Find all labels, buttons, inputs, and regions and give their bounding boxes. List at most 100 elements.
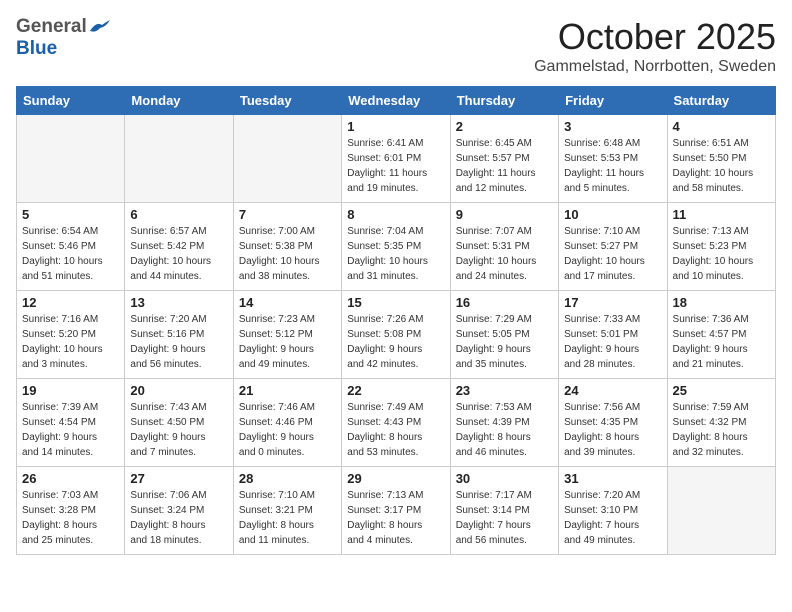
logo-bird-icon — [88, 19, 110, 35]
day-number: 9 — [456, 207, 553, 222]
day-number: 10 — [564, 207, 661, 222]
calendar-day-cell: 25Sunrise: 7:59 AMSunset: 4:32 PMDayligh… — [667, 379, 775, 467]
day-info: Sunrise: 7:20 AMSunset: 5:16 PMDaylight:… — [130, 312, 227, 372]
day-number: 24 — [564, 383, 661, 398]
calendar-table: SundayMondayTuesdayWednesdayThursdayFrid… — [16, 86, 776, 555]
calendar-day-cell: 14Sunrise: 7:23 AMSunset: 5:12 PMDayligh… — [233, 291, 341, 379]
day-number: 13 — [130, 295, 227, 310]
calendar-day-cell: 4Sunrise: 6:51 AMSunset: 5:50 PMDaylight… — [667, 115, 775, 203]
day-number: 20 — [130, 383, 227, 398]
day-info: Sunrise: 6:57 AMSunset: 5:42 PMDaylight:… — [130, 224, 227, 284]
day-number: 31 — [564, 471, 661, 486]
calendar-day-cell: 5 Sunrise: 6:54 AMSunset: 5:46 PMDaylight… — [17, 203, 125, 291]
weekday-header-cell: Wednesday — [342, 87, 450, 115]
calendar-day-cell: 30Sunrise: 7:17 AMSunset: 3:14 PMDayligh… — [450, 467, 558, 555]
day-number: 2 — [456, 119, 553, 134]
calendar-day-cell: 20Sunrise: 7:43 AMSunset: 4:50 PMDayligh… — [125, 379, 233, 467]
day-info: Sunrise: 6:41 AMSunset: 6:01 PMDaylight:… — [347, 136, 444, 196]
day-info: Sunrise: 7:13 AMSunset: 5:23 PMDaylight:… — [673, 224, 770, 284]
calendar-day-cell: 26 Sunrise: 7:03 AMSunset: 3:28 PMDayligh… — [17, 467, 125, 555]
calendar-week-row: 1 Sunrise: 6:41 AMSunset: 6:01 PMDaylight… — [17, 115, 776, 203]
day-info: Sunrise: 7:23 AMSunset: 5:12 PMDaylight:… — [239, 312, 336, 372]
calendar-day-cell — [667, 467, 775, 555]
day-info: Sunrise: 7:17 AMSunset: 3:14 PMDaylight:… — [456, 488, 553, 548]
calendar-day-cell: 27 Sunrise: 7:06 AMSunset: 3:24 PMDayligh… — [125, 467, 233, 555]
logo-general: General — [16, 16, 87, 38]
day-number: 19 — [22, 383, 119, 398]
calendar-day-cell: 28 Sunrise: 7:10 AMSunset: 3:21 PMDayligh… — [233, 467, 341, 555]
calendar-day-cell: 8Sunrise: 7:04 AMSunset: 5:35 PMDaylight… — [342, 203, 450, 291]
calendar-day-cell: 22 Sunrise: 7:49 AMSunset: 4:43 PMDayligh… — [342, 379, 450, 467]
calendar-day-cell: 31Sunrise: 7:20 AMSunset: 3:10 PMDayligh… — [559, 467, 667, 555]
day-info: Sunrise: 7:59 AMSunset: 4:32 PMDaylight:… — [673, 400, 770, 460]
day-number: 4 — [673, 119, 770, 134]
day-info: Sunrise: 7:00 AMSunset: 5:38 PMDaylight:… — [239, 224, 336, 284]
weekday-header-cell: Thursday — [450, 87, 558, 115]
calendar-week-row: 26 Sunrise: 7:03 AMSunset: 3:28 PMDayligh… — [17, 467, 776, 555]
calendar-day-cell: 17Sunrise: 7:33 AMSunset: 5:01 PMDayligh… — [559, 291, 667, 379]
calendar-day-cell: 15Sunrise: 7:26 AMSunset: 5:08 PMDayligh… — [342, 291, 450, 379]
calendar-day-cell — [125, 115, 233, 203]
day-number: 17 — [564, 295, 661, 310]
day-info: Sunrise: 6:54 AMSunset: 5:46 PMDaylight:… — [22, 224, 119, 284]
day-info: Sunrise: 7:06 AMSunset: 3:24 PMDaylight:… — [130, 488, 227, 548]
day-number: 23 — [456, 383, 553, 398]
calendar-day-cell: 9 Sunrise: 7:07 AMSunset: 5:31 PMDaylight… — [450, 203, 558, 291]
calendar-day-cell — [17, 115, 125, 203]
day-info: Sunrise: 7:13 AMSunset: 3:17 PMDaylight:… — [347, 488, 444, 548]
day-number: 26 — [22, 471, 119, 486]
day-number: 21 — [239, 383, 336, 398]
day-info: Sunrise: 7:07 AMSunset: 5:31 PMDaylight:… — [456, 224, 553, 284]
day-number: 22 — [347, 383, 444, 398]
day-number: 29 — [347, 471, 444, 486]
weekday-header-cell: Saturday — [667, 87, 775, 115]
weekday-header-cell: Tuesday — [233, 87, 341, 115]
calendar-day-cell — [233, 115, 341, 203]
title-area: October 2025 Gammelstad, Norrbotten, Swe… — [534, 16, 776, 76]
day-info: Sunrise: 7:16 AMSunset: 5:20 PMDaylight:… — [22, 312, 119, 372]
calendar-day-cell: 21 Sunrise: 7:46 AMSunset: 4:46 PMDayligh… — [233, 379, 341, 467]
day-number: 7 — [239, 207, 336, 222]
calendar-day-cell: 13 Sunrise: 7:20 AMSunset: 5:16 PMDayligh… — [125, 291, 233, 379]
day-info: Sunrise: 6:45 AMSunset: 5:57 PMDaylight:… — [456, 136, 553, 196]
calendar-day-cell: 29 Sunrise: 7:13 AMSunset: 3:17 PMDayligh… — [342, 467, 450, 555]
day-number: 18 — [673, 295, 770, 310]
calendar-day-cell: 12 Sunrise: 7:16 AMSunset: 5:20 PMDayligh… — [17, 291, 125, 379]
weekday-header-row: SundayMondayTuesdayWednesdayThursdayFrid… — [17, 87, 776, 115]
location-title: Gammelstad, Norrbotten, Sweden — [534, 58, 776, 76]
day-info: Sunrise: 7:56 AMSunset: 4:35 PMDaylight:… — [564, 400, 661, 460]
calendar-day-cell: 7 Sunrise: 7:00 AMSunset: 5:38 PMDaylight… — [233, 203, 341, 291]
month-title: October 2025 — [534, 16, 776, 58]
day-info: Sunrise: 7:03 AMSunset: 3:28 PMDaylight:… — [22, 488, 119, 548]
calendar-day-cell: 19 Sunrise: 7:39 AMSunset: 4:54 PMDayligh… — [17, 379, 125, 467]
day-number: 1 — [347, 119, 444, 134]
day-number: 28 — [239, 471, 336, 486]
weekday-header-cell: Sunday — [17, 87, 125, 115]
logo-blue: Blue — [16, 38, 57, 60]
calendar-day-cell: 10 Sunrise: 7:10 AMSunset: 5:27 PMDayligh… — [559, 203, 667, 291]
day-number: 15 — [347, 295, 444, 310]
day-number: 6 — [130, 207, 227, 222]
calendar-day-cell: 23 Sunrise: 7:53 AMSunset: 4:39 PMDayligh… — [450, 379, 558, 467]
day-info: Sunrise: 7:53 AMSunset: 4:39 PMDaylight:… — [456, 400, 553, 460]
day-number: 12 — [22, 295, 119, 310]
calendar-day-cell: 3 Sunrise: 6:48 AMSunset: 5:53 PMDaylight… — [559, 115, 667, 203]
day-info: Sunrise: 7:04 AMSunset: 5:35 PMDaylight:… — [347, 224, 444, 284]
day-info: Sunrise: 7:49 AMSunset: 4:43 PMDaylight:… — [347, 400, 444, 460]
calendar-day-cell: 18Sunrise: 7:36 AMSunset: 4:57 PMDayligh… — [667, 291, 775, 379]
calendar-week-row: 19 Sunrise: 7:39 AMSunset: 4:54 PMDayligh… — [17, 379, 776, 467]
day-number: 11 — [673, 207, 770, 222]
day-info: Sunrise: 7:39 AMSunset: 4:54 PMDaylight:… — [22, 400, 119, 460]
logo: General Blue — [16, 16, 110, 60]
day-info: Sunrise: 6:48 AMSunset: 5:53 PMDaylight:… — [564, 136, 661, 196]
calendar-week-row: 5 Sunrise: 6:54 AMSunset: 5:46 PMDaylight… — [17, 203, 776, 291]
day-info: Sunrise: 7:10 AMSunset: 5:27 PMDaylight:… — [564, 224, 661, 284]
day-number: 27 — [130, 471, 227, 486]
day-number: 3 — [564, 119, 661, 134]
calendar-day-cell: 6 Sunrise: 6:57 AMSunset: 5:42 PMDaylight… — [125, 203, 233, 291]
calendar-day-cell: 11 Sunrise: 7:13 AMSunset: 5:23 PMDayligh… — [667, 203, 775, 291]
day-info: Sunrise: 7:10 AMSunset: 3:21 PMDaylight:… — [239, 488, 336, 548]
calendar-body: 1 Sunrise: 6:41 AMSunset: 6:01 PMDaylight… — [17, 115, 776, 555]
day-number: 5 — [22, 207, 119, 222]
day-info: Sunrise: 7:46 AMSunset: 4:46 PMDaylight:… — [239, 400, 336, 460]
